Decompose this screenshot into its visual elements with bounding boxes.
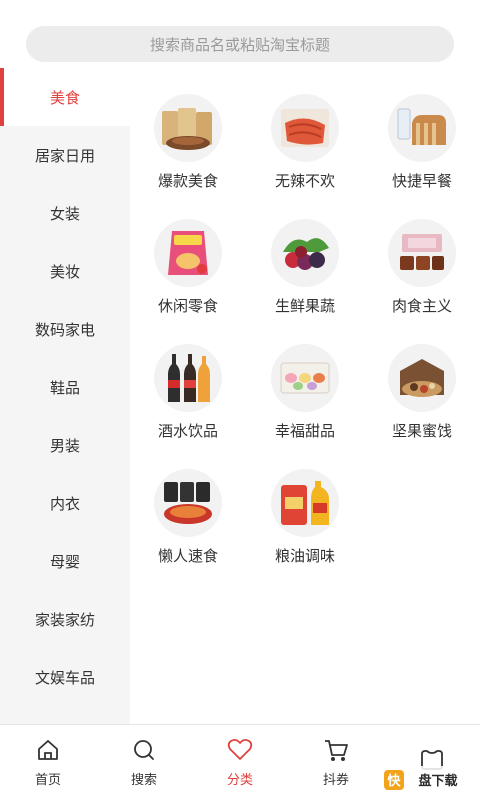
cart-icon xyxy=(323,737,349,763)
macaron-box-icon xyxy=(271,344,339,412)
sidebar-item-label: 女装 xyxy=(49,204,80,223)
subcategory-label: 坚果蜜饯 xyxy=(391,422,452,440)
tab-category[interactable]: 分类 xyxy=(192,725,288,800)
subcategory-jiushui[interactable]: 酒水饮品 xyxy=(130,344,246,454)
sidebar-item-label: 家装家纺 xyxy=(34,610,95,629)
subcategory-label: 爆款美食 xyxy=(157,172,218,190)
bread-milk-icon xyxy=(388,94,456,162)
subcategory-lingshi[interactable]: 休闲零食 xyxy=(130,219,246,329)
subcategory-shengxian[interactable]: 生鲜果蔬 xyxy=(247,219,363,329)
bottles-icon xyxy=(154,344,222,412)
sidebar-item-neiyi[interactable]: 内衣 xyxy=(0,474,130,532)
subcategory-label: 肉食主义 xyxy=(391,297,452,315)
sidebar-item-label: 美食 xyxy=(49,88,80,107)
subcategory-zaocan[interactable]: 快捷早餐 xyxy=(364,94,480,204)
sidebar-item-label: 鞋品 xyxy=(49,378,80,397)
subcategory-baokuan[interactable]: 爆款美食 xyxy=(130,94,246,204)
tab-coupon[interactable]: 抖券 xyxy=(288,725,384,800)
spicy-meat-icon xyxy=(271,94,339,162)
svg-text:快: 快 xyxy=(387,773,401,789)
subcategory-label: 幸福甜品 xyxy=(274,422,335,440)
home-icon xyxy=(35,737,61,763)
tab-label: 搜索 xyxy=(130,773,157,788)
search-header: 搜索商品名或粘贴淘宝标题 xyxy=(0,0,480,68)
watermark-logo: 快 盘下载 xyxy=(382,766,474,794)
sidebar-item-label: 数码家电 xyxy=(34,320,95,339)
sidebar-item-meizhuang[interactable]: 美妆 xyxy=(0,242,130,300)
sidebar-item-label: 文娱车品 xyxy=(34,668,95,687)
sidebar-item-nanzhuang[interactable]: 男装 xyxy=(0,416,130,474)
subcategory-label: 酒水饮品 xyxy=(157,422,218,440)
sidebar-item-muying[interactable]: 母婴 xyxy=(0,532,130,590)
sidebar-item-xiepin[interactable]: 鞋品 xyxy=(0,358,130,416)
subcategory-label: 休闲零食 xyxy=(157,297,218,315)
svg-text:盘下载: 盘下载 xyxy=(418,773,457,789)
tab-search[interactable]: 搜索 xyxy=(96,725,192,800)
chips-bag-icon xyxy=(154,219,222,287)
search-icon xyxy=(131,737,157,763)
subcategory-sushi[interactable]: 懒人速食 xyxy=(130,469,246,579)
sidebar-item-label: 母婴 xyxy=(49,552,80,571)
sidebar-item-label: 内衣 xyxy=(49,494,80,513)
sidebar-item-nvzhuang[interactable]: 女装 xyxy=(0,184,130,242)
snack-pack-icon xyxy=(154,94,222,162)
subcategory-roushi[interactable]: 肉食主义 xyxy=(364,219,480,329)
subcategory-label: 懒人速食 xyxy=(157,547,218,565)
heart-icon xyxy=(227,737,253,763)
subcategory-label: 无辣不欢 xyxy=(274,172,335,190)
fruit-icon xyxy=(271,219,339,287)
search-input[interactable]: 搜索商品名或粘贴淘宝标题 xyxy=(26,26,454,62)
tab-label: 抖券 xyxy=(322,773,349,788)
subcategory-label: 快捷早餐 xyxy=(391,172,452,190)
subcategory-label: 生鲜果蔬 xyxy=(274,297,335,315)
rice-oil-icon xyxy=(271,469,339,537)
sidebar-item-label: 美妆 xyxy=(49,262,80,281)
category-sidebar: 美食 居家日用 女装 美妆 数码家电 鞋品 男装 内衣 母婴 家装家纺 文娱车品 xyxy=(0,68,130,724)
sidebar-item-label: 男装 xyxy=(49,436,80,455)
nuts-box-icon xyxy=(388,344,456,412)
subcategory-tianpin[interactable]: 幸福甜品 xyxy=(247,344,363,454)
sidebar-item-shuma[interactable]: 数码家电 xyxy=(0,300,130,358)
subcategory-jianguo[interactable]: 坚果蜜饯 xyxy=(364,344,480,454)
sidebar-item-label: 居家日用 xyxy=(34,146,95,165)
subcategory-label: 粮油调味 xyxy=(274,547,335,565)
subcategory-wula[interactable]: 无辣不欢 xyxy=(247,94,363,204)
meat-box-icon xyxy=(388,219,456,287)
instant-noodles-icon xyxy=(154,469,222,537)
sidebar-item-meishi[interactable]: 美食 xyxy=(0,68,130,126)
sidebar-item-jujia[interactable]: 居家日用 xyxy=(0,126,130,184)
tab-label: 分类 xyxy=(226,773,253,788)
search-placeholder: 搜索商品名或粘贴淘宝标题 xyxy=(149,35,330,54)
tab-home[interactable]: 首页 xyxy=(0,725,96,800)
sidebar-item-jiazhuang[interactable]: 家装家纺 xyxy=(0,590,130,648)
category-content: 爆款美食 无辣不欢 快捷早餐 休闲零食 生鲜果蔬 肉食主义 酒水饮品 幸福甜品 … xyxy=(130,68,480,724)
tab-label: 首页 xyxy=(34,773,61,788)
subcategory-liangyou[interactable]: 粮油调味 xyxy=(247,469,363,579)
sidebar-item-wenyu[interactable]: 文娱车品 xyxy=(0,648,130,706)
